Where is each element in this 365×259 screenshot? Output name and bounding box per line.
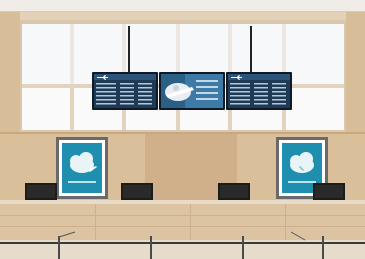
flight-display-right — [226, 72, 292, 110]
flight-display-center — [159, 72, 225, 110]
hanging-rod-right — [250, 26, 252, 74]
ceiling — [0, 0, 365, 12]
hanging-rod-left — [128, 26, 130, 74]
counter-top — [0, 200, 365, 204]
counter-monitor-2 — [121, 183, 153, 200]
counter-monitor-4 — [313, 183, 345, 200]
scene-illustration — [0, 0, 365, 259]
flight-display-left — [92, 72, 158, 110]
counter-monitor-3 — [218, 183, 250, 200]
poster-left — [56, 137, 108, 199]
airport-check-in-scene — [0, 0, 365, 259]
counter-monitor-1 — [25, 183, 57, 200]
counter-front — [0, 204, 365, 240]
